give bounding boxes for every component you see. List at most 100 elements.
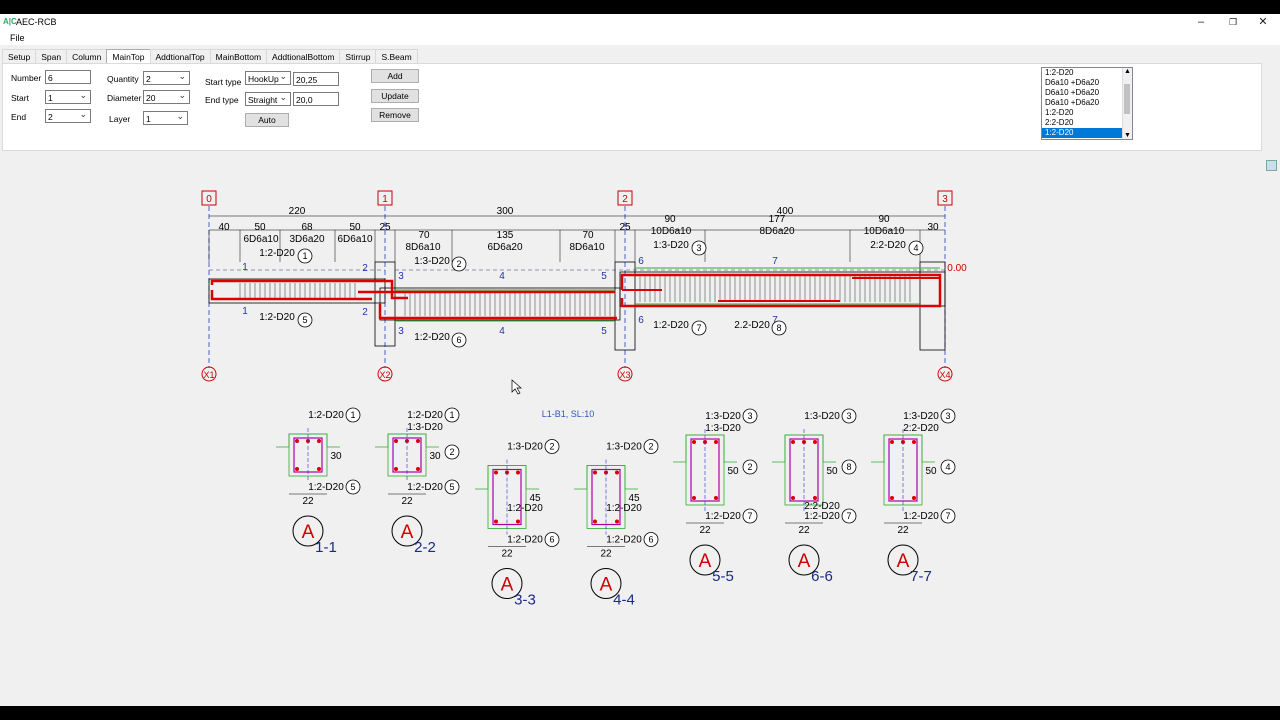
section-bar [494, 519, 498, 524]
section-bottom2-label: 2:2-D20 [804, 501, 840, 512]
section-top2-label: 1:3-D20 [705, 423, 741, 434]
sub-dim: 177 [769, 214, 786, 225]
section-mark: 6 [638, 256, 644, 267]
section-height: 50 [826, 466, 838, 477]
rebar-mark: 3 [696, 243, 701, 253]
stirrup-label: 8D6a10 [405, 242, 440, 253]
section-bar [295, 467, 299, 471]
section-bar [912, 440, 916, 444]
rebar-label: 1:2-D20 [259, 248, 295, 259]
section-bar [317, 467, 321, 471]
section-width: 22 [302, 496, 314, 507]
section-bottom-label: 1:2-D20 [507, 535, 543, 546]
section-name: 6-6 [811, 568, 833, 585]
bottom-bar [0, 706, 1280, 720]
section-bar [593, 470, 597, 475]
section-bottom-label: 1:2-D20 [407, 482, 443, 493]
section-rebar-mark: 5 [350, 482, 355, 492]
stirrup-label: 10D6a10 [864, 226, 905, 237]
stirrup-label: 6D6a10 [243, 234, 278, 245]
section-bar [714, 440, 718, 444]
section-mid-label: 1:2-D20 [507, 503, 543, 514]
rebar-mark: 2 [456, 259, 461, 269]
section-symbol: A [302, 522, 315, 543]
section-bar [714, 496, 718, 500]
rebar-mark: 6 [456, 335, 461, 345]
section-height: 30 [330, 451, 342, 462]
drawing-caption: L1-B1, SL:10 [542, 409, 595, 419]
section-rebar-mark: 4 [945, 462, 950, 472]
axis-label: X2 [379, 370, 390, 380]
grid-label: 0 [206, 194, 212, 205]
rebar-label: 1:2-D20 [414, 332, 450, 343]
section-rebar-mark: 3 [747, 411, 752, 421]
section-name: 1-1 [315, 539, 337, 556]
section-rebar-mark: 2 [549, 442, 554, 452]
section-mark: 4 [499, 326, 505, 337]
sub-dim: 70 [418, 230, 430, 241]
section-bar [416, 439, 420, 443]
section-name: 4-4 [613, 592, 635, 609]
section-rebar-mark: 2 [747, 462, 752, 472]
sub-dim: 40 [218, 222, 230, 233]
sub-dim: 25 [379, 222, 391, 233]
section-mark: 3 [398, 326, 404, 337]
section-bar [692, 440, 696, 444]
section-top-label: 1:3-D20 [903, 411, 939, 422]
stirrup-label: 6D6a10 [337, 234, 372, 245]
section-symbol: A [798, 551, 811, 572]
section-rebar-mark: 1 [449, 410, 454, 420]
section-width: 22 [699, 525, 711, 536]
section-width: 22 [798, 525, 810, 536]
section-bottom-label: 1:2-D20 [705, 511, 741, 522]
stirrup-label: 10D6a10 [651, 226, 692, 237]
span-dim: 220 [289, 206, 306, 217]
section-outline [883, 434, 923, 506]
section-rebar-mark: 7 [747, 511, 752, 521]
section-rebar-mark: 8 [846, 462, 851, 472]
sub-dim: 30 [927, 222, 939, 233]
section-outline [685, 434, 725, 506]
section-height: 50 [727, 466, 739, 477]
section-name: 3-3 [514, 592, 536, 609]
section-bar [615, 470, 619, 475]
section-symbol: A [897, 551, 910, 572]
section-bar [692, 496, 696, 500]
section-outline [784, 434, 824, 506]
section-top-label: 1:3-D20 [507, 442, 543, 453]
section-bottom-label: 1:2-D20 [903, 511, 939, 522]
level-text: 0.00 [947, 263, 967, 274]
section-top-label: 1:2-D20 [308, 410, 344, 421]
section-bar [416, 467, 420, 471]
rebar-mark: 7 [696, 323, 701, 333]
section-name: 5-5 [712, 568, 734, 585]
rebar-mark: 1 [302, 251, 307, 261]
section-symbol: A [699, 551, 712, 572]
mouse-cursor-icon [511, 379, 522, 395]
sub-dim: 25 [619, 222, 631, 233]
section-symbol: A [501, 575, 514, 596]
axis-label: X3 [619, 370, 630, 380]
stirrup-label: 3D6a20 [289, 234, 324, 245]
section-bottom-label: 1:2-D20 [606, 535, 642, 546]
section-width: 22 [600, 549, 612, 560]
sub-dim: 135 [497, 230, 514, 241]
section-rebar-mark: 2 [648, 442, 653, 452]
sub-dim: 90 [878, 214, 890, 225]
beam-drawing: 0X11X22X33X4220 300 40040 50 68 50 2570 135 7025… [201, 190, 967, 609]
section-width: 22 [401, 496, 413, 507]
section-rebar-mark: 6 [549, 535, 554, 545]
rebar-label: 1:3-D20 [414, 256, 450, 267]
rebar-mark: 5 [302, 315, 307, 325]
section-bottom-label: 1:2-D20 [308, 482, 344, 493]
section-height: 30 [429, 451, 441, 462]
section-bar [615, 519, 619, 524]
stirrup-label: 6D6a20 [487, 242, 522, 253]
section-bar [593, 519, 597, 524]
section-bar [317, 439, 321, 443]
rebar-mark: 4 [913, 243, 918, 253]
section-bar [890, 496, 894, 500]
section-top-label: 1:3-D20 [705, 411, 741, 422]
sub-dim: 50 [254, 222, 266, 233]
section-top2-label: 2:2-D20 [903, 423, 939, 434]
